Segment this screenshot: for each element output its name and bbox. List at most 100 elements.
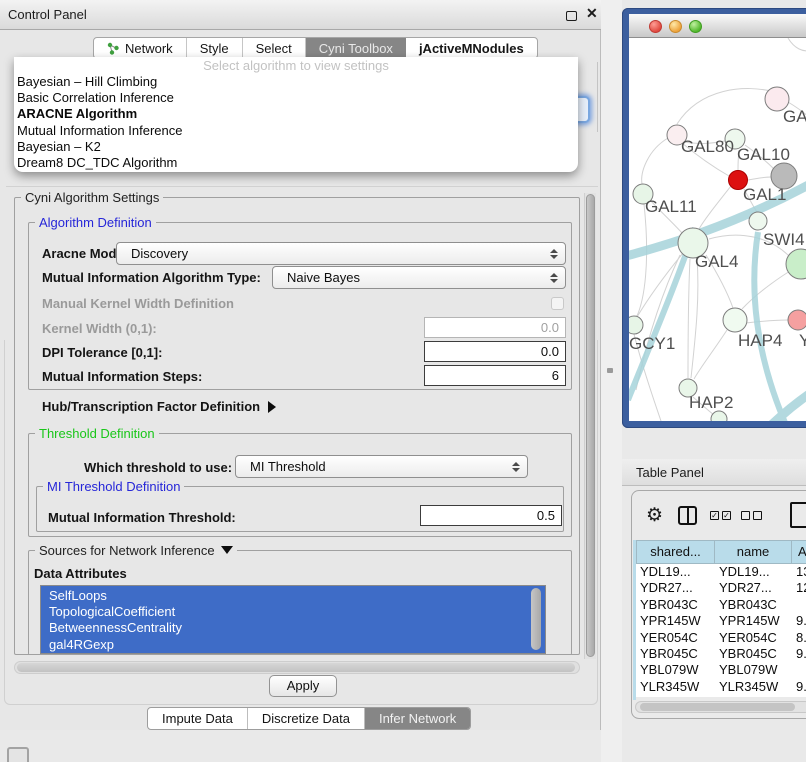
kernel-width-field[interactable]: 0.0 — [424, 317, 566, 338]
attribute-item[interactable]: gal4RGexp — [49, 637, 545, 653]
attribute-item[interactable]: TopologicalCoefficient — [49, 604, 545, 620]
which-threshold-select[interactable]: MI Threshold — [235, 455, 528, 478]
network-canvas[interactable]: GAL GAL80 GAL10 GAL1 GAL11 SWI4 GAL4 GCY… — [629, 38, 806, 421]
tab-cyni-toolbox[interactable]: Cyni Toolbox — [306, 38, 406, 58]
menu-item-basic-correlation[interactable]: Basic Correlation Inference — [14, 90, 578, 106]
network-thick-edges — [629, 183, 806, 421]
mi-type-select[interactable]: Naive Bayes — [272, 266, 566, 289]
menu-item-mutual-information[interactable]: Mutual Information Inference — [14, 123, 578, 139]
data-attributes-label: Data Attributes — [34, 566, 127, 581]
menu-item-dream8[interactable]: Dream8 DC_TDC Algorithm — [14, 155, 578, 171]
column-header-clipped[interactable]: A — [792, 540, 806, 564]
minimized-panel-icon[interactable] — [7, 747, 29, 762]
node-label: GCY1 — [629, 334, 675, 353]
algorithm-dropdown-prompt: Select algorithm to view settings — [14, 58, 578, 74]
menu-item-bayesian-hill-climbing[interactable]: Bayesian – Hill Climbing — [14, 74, 578, 90]
node-label: GAL1 — [743, 185, 786, 204]
collapse-down-icon — [221, 546, 233, 554]
table-row[interactable]: YBR045CYBR045C9. — [636, 646, 806, 662]
close-icon[interactable]: ✕ — [586, 5, 598, 22]
attribute-list-scrollbar[interactable] — [531, 588, 541, 650]
node — [749, 212, 767, 230]
mi-type-value: Naive Bayes — [273, 270, 543, 285]
cyni-settings-group-title: Cyni Algorithm Settings — [21, 190, 163, 205]
table-row[interactable]: YBR043CYBR043C — [636, 597, 806, 613]
control-panel-titlebar: Control Panel ✕ — [0, 0, 601, 30]
attribute-item[interactable]: BetweennessCentrality — [49, 620, 545, 636]
mi-steps-label: Mutual Information Steps: — [42, 369, 202, 384]
tab-jactivemnodules[interactable]: jActiveMNodules — [406, 38, 537, 58]
scrollbar-thumb[interactable] — [17, 663, 575, 672]
settings-horizontal-scrollbar[interactable] — [14, 661, 580, 674]
table-row[interactable]: YPR145WYPR145W9. — [636, 613, 806, 629]
node-label: GAL11 — [645, 197, 697, 216]
kernel-width-label: Kernel Width (0,1): — [42, 321, 157, 336]
table-body[interactable]: YDL19...YDL19...13 YDR27...YDR27...12 YB… — [636, 564, 806, 697]
column-header-name[interactable]: name — [715, 540, 792, 564]
tab-impute-data[interactable]: Impute Data — [148, 708, 248, 729]
tab-cyni-toolbox-label: Cyni Toolbox — [319, 41, 393, 56]
node-label: HAP4 — [738, 331, 782, 350]
node-label: GAL4 — [695, 252, 738, 271]
dpi-tolerance-label: DPI Tolerance [0,1]: — [42, 345, 162, 360]
spinner-arrows-icon — [543, 267, 565, 288]
menu-item-aracne[interactable]: ARACNE Algorithm — [14, 106, 578, 122]
tab-infer-network[interactable]: Infer Network — [365, 708, 470, 729]
mi-threshold-field[interactable]: 0.5 — [420, 505, 562, 526]
apply-button[interactable]: Apply — [269, 675, 337, 697]
table-row[interactable]: YIL052CYIL052C9 — [636, 695, 806, 697]
node-swi4 — [786, 249, 806, 279]
dpi-tolerance-field[interactable]: 0.0 — [424, 341, 566, 362]
divider-grip-icon[interactable] — [607, 368, 613, 373]
table-row[interactable]: YBL079WYBL079W — [636, 662, 806, 678]
control-panel-tabbar: Network Style Select Cyni Toolbox jActiv… — [93, 37, 538, 59]
node-label: HAP2 — [689, 393, 733, 412]
data-attributes-list[interactable]: SelfLoops TopologicalCoefficient Between… — [40, 585, 546, 654]
column-header-shared-name[interactable]: shared... — [636, 540, 715, 564]
close-traffic-light-icon[interactable] — [649, 20, 662, 33]
node-label: GAL — [783, 107, 806, 126]
node-label: GAL10 — [737, 145, 790, 164]
deselect-all-checkboxes-icon[interactable] — [741, 511, 762, 520]
tab-style[interactable]: Style — [187, 38, 243, 58]
attribute-item[interactable]: SelfLoops — [49, 588, 545, 604]
export-table-icon[interactable] — [790, 502, 806, 528]
node-gcy1 — [629, 316, 643, 334]
cyni-bottom-tabbar: Impute Data Discretize Data Infer Networ… — [147, 707, 471, 730]
node-label: GAL80 — [681, 137, 734, 156]
algorithm-definition-title: Algorithm Definition — [35, 215, 156, 230]
manual-kernel-label: Manual Kernel Width Definition — [42, 296, 234, 311]
minimize-traffic-light-icon[interactable] — [669, 20, 682, 33]
mi-steps-field[interactable]: 6 — [424, 365, 566, 386]
network-graph: GAL GAL80 GAL10 GAL1 GAL11 SWI4 GAL4 GCY… — [629, 38, 806, 421]
tab-jactivemnodules-label: jActiveMNodules — [419, 41, 524, 56]
show-columns-icon[interactable] — [678, 506, 697, 525]
aracne-mode-select[interactable]: Discovery — [116, 242, 566, 265]
background-divider — [6, 186, 598, 187]
spinner-arrows-icon — [505, 456, 527, 477]
table-horizontal-scrollbar[interactable] — [635, 701, 806, 713]
scrollbar-thumb[interactable] — [586, 194, 595, 657]
tab-select[interactable]: Select — [243, 38, 306, 58]
expand-right-icon — [268, 401, 276, 413]
table-row[interactable]: YLR345WYLR345W9. — [636, 679, 806, 695]
table-row[interactable]: YDL19...YDL19...13 — [636, 564, 806, 580]
zoom-traffic-light-icon[interactable] — [689, 20, 702, 33]
which-threshold-label: Which threshold to use: — [84, 460, 232, 475]
table-row[interactable]: YDR27...YDR27...12 — [636, 580, 806, 596]
hub-definition-expander[interactable]: Hub/Transcription Factor Definition — [42, 399, 276, 414]
sources-group-title[interactable]: Sources for Network Inference — [35, 543, 237, 558]
gear-icon[interactable]: ⚙ — [646, 506, 663, 526]
tab-network-label: Network — [125, 41, 173, 56]
manual-kernel-checkbox[interactable] — [551, 297, 564, 310]
table-row[interactable]: YER054CYER054C8. — [636, 630, 806, 646]
float-window-icon[interactable] — [566, 11, 577, 21]
tab-network[interactable]: Network — [94, 38, 187, 58]
tab-discretize-data[interactable]: Discretize Data — [248, 708, 365, 729]
node-hap4 — [723, 308, 747, 332]
network-window-titlebar[interactable] — [629, 14, 806, 38]
scrollbar-thumb[interactable] — [640, 703, 795, 711]
settings-vertical-scrollbar[interactable] — [584, 193, 596, 659]
menu-item-bayesian-k2[interactable]: Bayesian – K2 — [14, 139, 578, 155]
select-all-checkboxes-icon[interactable]: ✓✓ — [710, 511, 731, 520]
